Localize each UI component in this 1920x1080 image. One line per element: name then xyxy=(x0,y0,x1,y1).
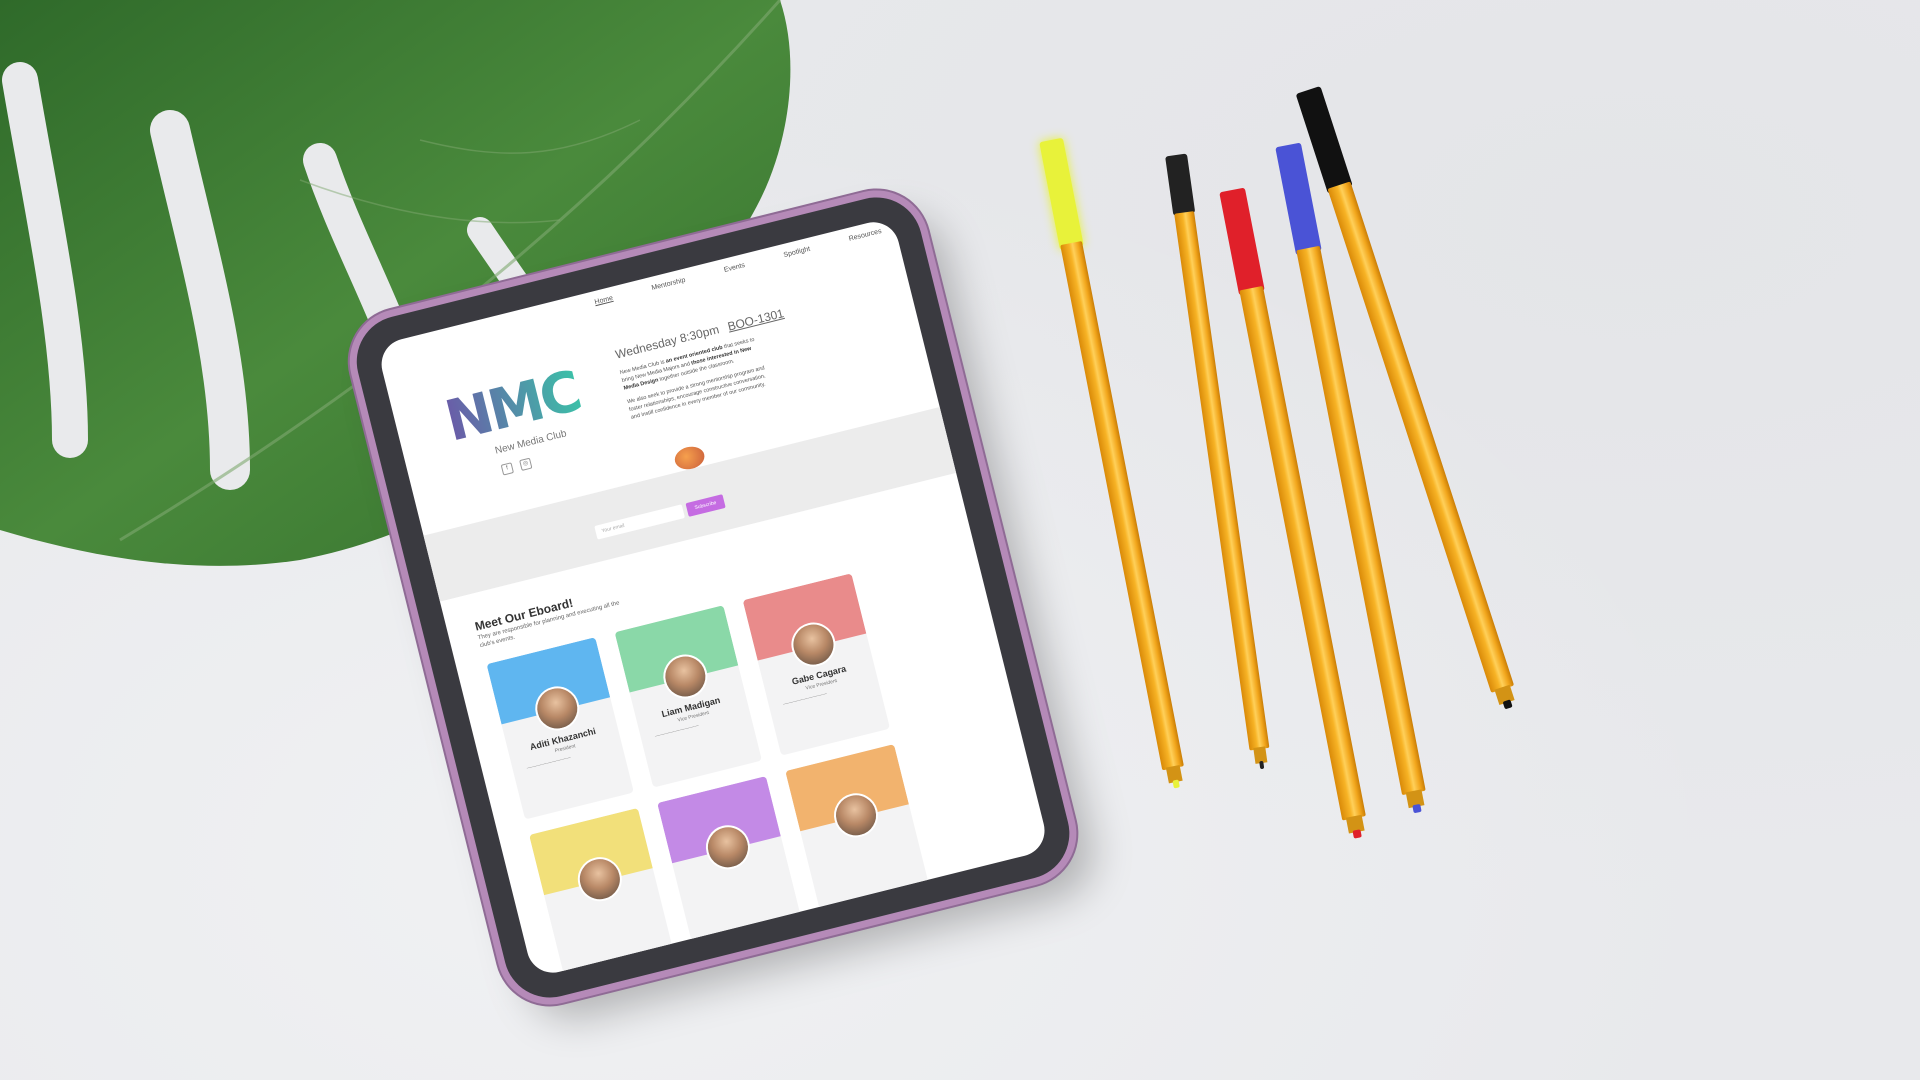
facebook-icon[interactable]: f xyxy=(500,462,515,476)
nav-spotlight[interactable]: Spotlight xyxy=(783,246,811,259)
instagram-icon[interactable]: ◎ xyxy=(519,457,533,471)
pen-tip xyxy=(1172,779,1180,789)
member-card[interactable] xyxy=(657,775,805,959)
nav-home[interactable]: Home xyxy=(594,295,614,306)
nav-events[interactable]: Events xyxy=(723,262,745,274)
member-card[interactable] xyxy=(529,807,677,979)
nav-mentorship[interactable]: Mentorship xyxy=(651,277,686,292)
member-card[interactable]: Liam Madigan Vice President ————————— xyxy=(614,605,762,788)
member-card[interactable] xyxy=(785,744,933,927)
social-links: f ◎ xyxy=(500,457,533,476)
member-card[interactable]: Gabe Cagara Vice President ————————— xyxy=(742,573,891,756)
meeting-room-link[interactable]: BOO-1301 xyxy=(726,306,785,333)
member-card[interactable]: Aditi Khazanchi President ————————— xyxy=(486,637,634,820)
pen-tip xyxy=(1412,803,1422,814)
nav-resources[interactable]: Resources xyxy=(848,228,882,243)
pen-tip xyxy=(1352,829,1362,839)
